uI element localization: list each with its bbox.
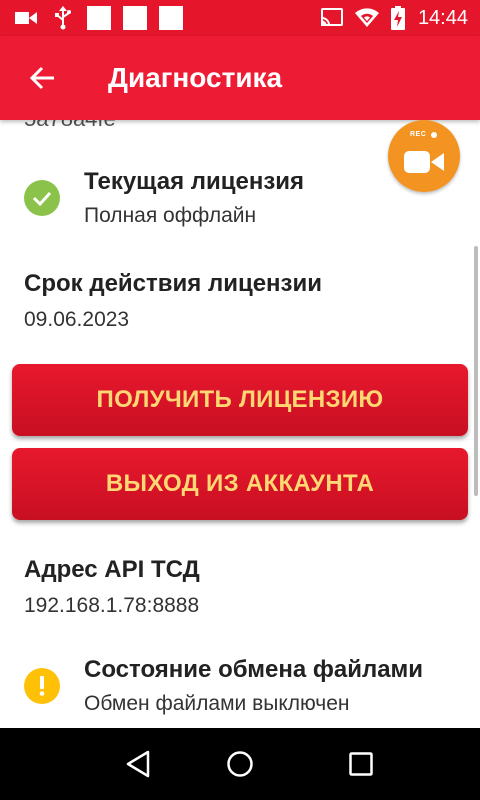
notification-square <box>123 6 147 30</box>
video-icon <box>12 0 40 36</box>
screen-record-button[interactable]: REC <box>388 120 460 192</box>
expiry-value: 09.06.2023 <box>24 308 130 331</box>
video-camera-icon <box>404 151 444 173</box>
battery-charging-icon <box>388 0 408 36</box>
page-title: Диагностика <box>108 62 283 93</box>
logout-button[interactable]: ВЫХОД ИЗ АККАУНТА <box>12 448 468 520</box>
cut-off-text: 5a78a4fe <box>24 120 116 132</box>
warning-circle-icon <box>24 668 60 704</box>
api-title: Адрес API ТСД <box>24 556 200 583</box>
file-exchange-value: Обмен файлами выключен <box>84 692 350 715</box>
scrollbar[interactable] <box>474 246 478 496</box>
nav-back-button[interactable] <box>114 740 162 788</box>
arrow-left-icon <box>29 66 54 90</box>
nav-recents-button[interactable] <box>337 740 385 788</box>
license-title: Текущая лицензия <box>84 168 305 195</box>
wifi-icon <box>352 0 382 36</box>
diagnostics-content[interactable]: 5a78a4fe Текущая лицензия Полная оффлайн… <box>0 120 480 728</box>
cast-icon <box>318 0 346 36</box>
expiry-title: Срок действия лицензии <box>24 270 322 297</box>
license-expiry-row: Срок действия лицензии 09.06.2023 <box>0 266 480 336</box>
rec-label: REC <box>410 131 427 138</box>
rec-dot <box>431 132 437 138</box>
get-license-button[interactable]: ПОЛУЧИТЬ ЛИЦЕНЗИЮ <box>12 364 468 436</box>
file-exchange-row: Состояние обмена файлами Обмен файлами в… <box>0 648 480 728</box>
usb-icon <box>50 0 76 36</box>
api-value: 192.168.1.78:8888 <box>24 594 200 617</box>
navigation-bar <box>0 728 480 800</box>
status-bar: 14:44 <box>0 0 480 36</box>
recents-square-icon <box>349 752 373 776</box>
license-value: Полная оффлайн <box>84 204 257 227</box>
notification-square <box>87 6 111 30</box>
api-address-row: Адрес API ТСД 192.168.1.78:8888 <box>0 552 480 622</box>
back-button[interactable] <box>18 54 66 102</box>
app-bar: Диагностика <box>0 36 480 120</box>
home-circle-icon <box>227 751 253 777</box>
clock-time: 14:44 <box>417 7 468 29</box>
file-exchange-title: Состояние обмена файлами <box>84 656 424 683</box>
check-circle-icon <box>24 180 60 216</box>
notification-square <box>159 6 183 30</box>
back-triangle-icon <box>126 750 150 778</box>
nav-home-button[interactable] <box>216 740 264 788</box>
